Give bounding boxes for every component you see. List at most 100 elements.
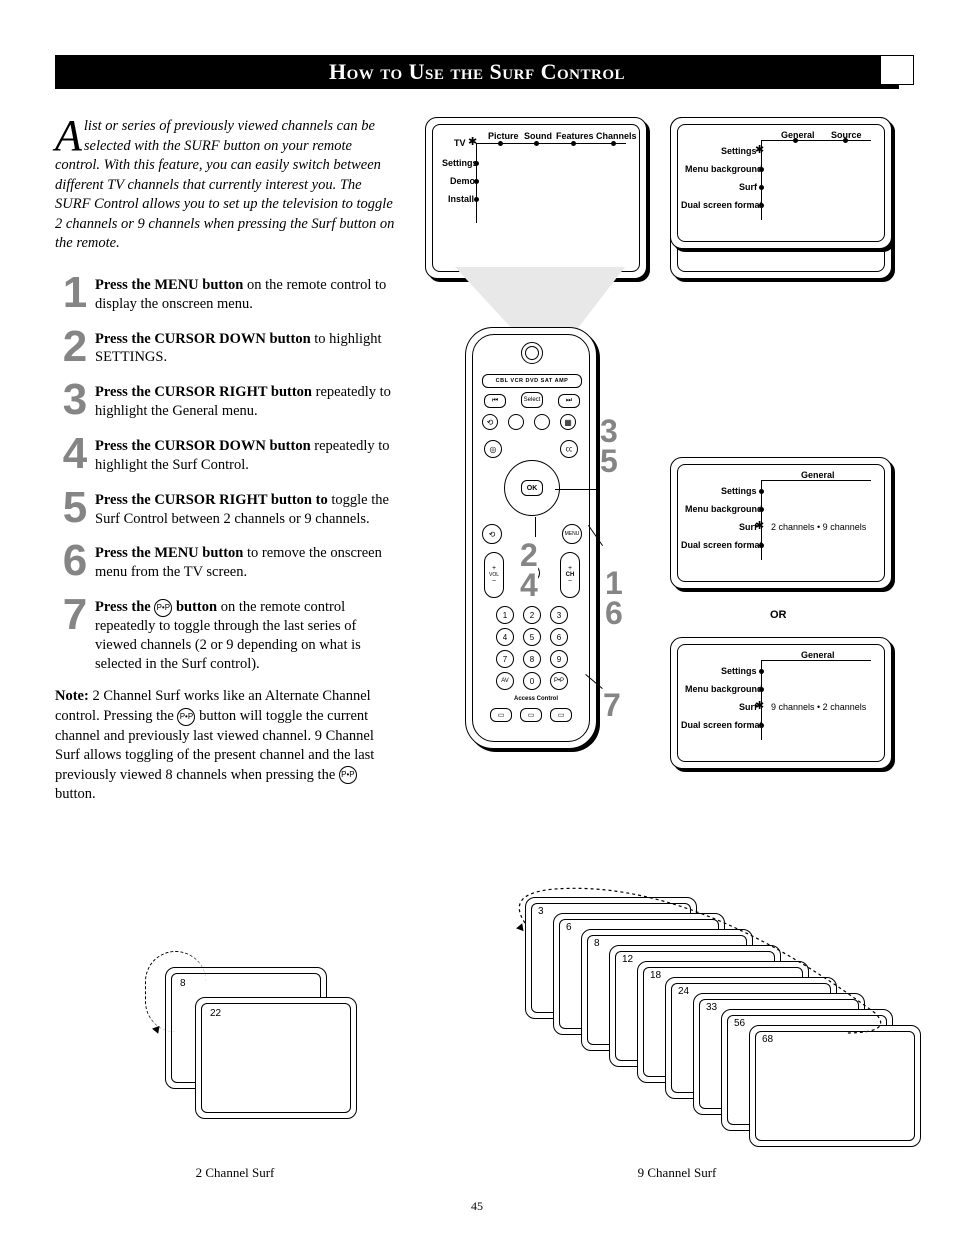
menu-item: Features [556, 131, 594, 141]
menu-item: Install [448, 194, 474, 204]
surf2-caption: 2 Channel Surf [55, 1165, 415, 1181]
step-number: 3 [55, 381, 95, 418]
step-bold: Press the MENU button [95, 277, 243, 293]
device-selector: CBL VCR DVD SAT AMP [482, 374, 582, 388]
callout-6: 6 [605, 595, 623, 632]
keypad-5: 5 [523, 628, 541, 646]
step-bold: Press the CURSOR DOWN button [95, 438, 311, 454]
step-bold: Press the CURSOR RIGHT button [95, 384, 312, 400]
select-button: Select [521, 392, 543, 408]
note-paragraph: Note: 2 Channel Surf works like an Alter… [55, 687, 395, 804]
remote-button: ▭ [550, 708, 572, 722]
pp-icon: P•P [339, 766, 357, 784]
pp-button: P•P [550, 672, 568, 690]
cc-button: ㏄ [560, 440, 578, 458]
step-bold: Press the MENU button [95, 545, 243, 561]
keypad-6: 6 [550, 628, 568, 646]
keypad-0: 0 [523, 672, 541, 690]
intro-dropcap: A [55, 117, 84, 153]
menu-item: Surf [739, 182, 757, 192]
loop-arrow-icon [495, 883, 915, 1053]
step-number: 2 [55, 328, 95, 365]
or-label: OR [770, 609, 787, 621]
remote-label: Access Control [514, 696, 558, 702]
keypad-8: 8 [523, 650, 541, 668]
keypad-9: 9 [550, 650, 568, 668]
menu-screen-surf-2ch: General Settings Menu background Surf ✱ … [670, 457, 892, 589]
menu-item: General [801, 470, 835, 480]
menu-item: Settings [721, 666, 757, 676]
power-button-icon [521, 342, 543, 364]
keypad-1: 1 [496, 606, 514, 624]
keypad-3: 3 [550, 606, 568, 624]
step-bold: Press the CURSOR RIGHT button to [95, 492, 328, 508]
av-button: AV [496, 672, 514, 690]
step-2: 2 Press the CURSOR DOWN button to highli… [55, 328, 395, 368]
callout-4: 4 [520, 567, 538, 604]
menu-button: MENU [562, 524, 582, 544]
step-number: 7 [55, 596, 95, 633]
callout-7: 7 [603, 687, 621, 724]
menu-item: Settings [721, 486, 757, 496]
step-7: 7 Press the P•P button on the remote con… [55, 596, 395, 673]
intro-text: list or series of previously viewed chan… [55, 118, 394, 251]
remote-button: ▭ [490, 708, 512, 722]
step-bold: Press the CURSOR DOWN button [95, 331, 311, 347]
remote-button: ▭ [520, 708, 542, 722]
step-3: 3 Press the CURSOR RIGHT button repeated… [55, 381, 395, 421]
step-bold: button [176, 599, 217, 615]
remote-button [534, 414, 550, 430]
callout-5: 5 [600, 443, 618, 480]
surf-2-diagram: 8 22 [55, 937, 415, 1157]
surf-9-diagram: 3 6 8 12 18 24 33 56 68 [455, 897, 899, 1157]
step-bold: Press the [95, 599, 154, 615]
menu-screen-tv: TV ✱ Settings Demo Install Picture Sound… [425, 117, 647, 279]
remote-button: ⏭ [558, 394, 580, 408]
step-4: 4 Press the CURSOR DOWN button repeatedl… [55, 435, 395, 475]
step-1: 1 Press the MENU button on the remote co… [55, 274, 395, 314]
menu-item: Settings [721, 146, 757, 156]
menu-item: General [801, 650, 835, 660]
menu-item: Channels [596, 131, 637, 141]
back-button: ⟲ [482, 524, 502, 544]
pp-icon: P•P [177, 708, 195, 726]
step-5: 5 Press the CURSOR RIGHT button to toggl… [55, 489, 395, 529]
pp-icon: P•P [154, 599, 172, 617]
menu-value: 2 channels • 9 channels [771, 522, 866, 532]
instructions-column: Alist or series of previously viewed cha… [55, 117, 395, 857]
keypad-2: 2 [523, 606, 541, 624]
menu-item: Demo [450, 176, 475, 186]
cursor-icon: ✱ [755, 521, 764, 532]
menu-item: Settings [442, 158, 478, 168]
illustration-column: TV ✱ Settings Demo Install Picture Sound… [425, 117, 899, 857]
menu-value: 9 channels • 2 channels [771, 702, 866, 712]
menu-item: Menu background [685, 504, 763, 514]
menu-screen-surf-9ch: General Settings Menu background Surf ✱ … [670, 637, 892, 769]
intro-paragraph: Alist or series of previously viewed cha… [55, 117, 395, 254]
cursor-icon: ✱ [755, 145, 764, 156]
keypad-4: 4 [496, 628, 514, 646]
menu-screen-general: Settings ✱ Menu background Surf Dual scr… [670, 117, 892, 249]
step-number: 1 [55, 274, 95, 311]
volume-rocker: +VOL− [484, 552, 504, 598]
ok-button: OK [521, 480, 543, 496]
cursor-icon: ✱ [468, 137, 477, 148]
menu-item: TV [454, 138, 466, 148]
remote-button: ⏮ [484, 394, 506, 408]
menu-item: Menu background [685, 164, 763, 174]
menu-item: Dual screen format [681, 200, 763, 210]
surf9-caption: 9 Channel Surf [455, 1165, 899, 1181]
step-6: 6 Press the MENU button to remove the on… [55, 542, 395, 582]
note-text: button. [55, 786, 96, 802]
channel-rocker: +CH− [560, 552, 580, 598]
menu-item: Sound [524, 131, 552, 141]
step-number: 6 [55, 542, 95, 579]
step-number: 4 [55, 435, 95, 472]
keypad-7: 7 [496, 650, 514, 668]
page-tab-icon [880, 55, 914, 85]
menu-item: Dual screen format [681, 540, 763, 550]
cursor-icon: ✱ [755, 701, 764, 712]
menu-item: Dual screen format [681, 720, 763, 730]
remote-button: ⟲ [482, 414, 498, 430]
page-title: How to Use the Surf Control [55, 55, 899, 89]
